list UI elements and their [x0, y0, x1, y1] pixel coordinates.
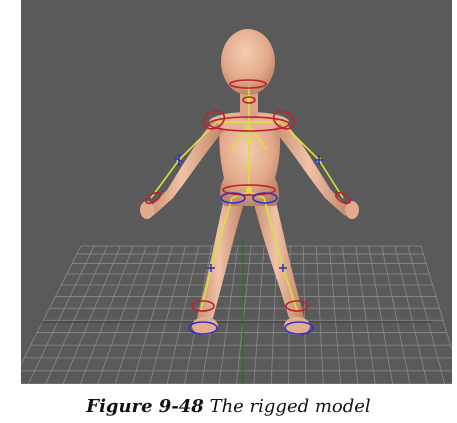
grid-line	[329, 245, 341, 384]
viewport-scene	[21, 29, 452, 384]
left-arm	[147, 120, 224, 216]
grid-line	[27, 245, 95, 384]
grid-line	[149, 245, 187, 384]
head	[221, 29, 275, 95]
grid-line	[407, 245, 446, 384]
pelvis-joint	[246, 187, 252, 193]
grid-line	[80, 245, 134, 384]
grid-line	[302, 245, 307, 384]
figure-caption: Figure 9-48 The rigged model	[0, 396, 457, 417]
grid-line	[236, 245, 252, 384]
figure-title: The rigged model	[209, 396, 371, 417]
grid-line	[342, 245, 359, 384]
grid-line	[315, 245, 324, 384]
grid-line	[62, 245, 121, 384]
grid-line	[166, 245, 200, 384]
neck-joint	[246, 95, 252, 101]
grid-line	[45, 245, 108, 384]
right-arm	[274, 120, 351, 216]
grid-line	[420, 245, 452, 352]
page: Figure 9-48 The rigged model	[0, 0, 457, 423]
grid-line	[253, 245, 265, 384]
chest-joint	[246, 137, 252, 143]
grid-line	[394, 245, 428, 384]
floor-grid-lines	[21, 245, 452, 384]
figure-label: Figure 9-48	[86, 396, 204, 417]
3d-viewport[interactable]	[21, 0, 452, 384]
grid-line	[381, 245, 411, 384]
spine-joint	[246, 162, 252, 168]
